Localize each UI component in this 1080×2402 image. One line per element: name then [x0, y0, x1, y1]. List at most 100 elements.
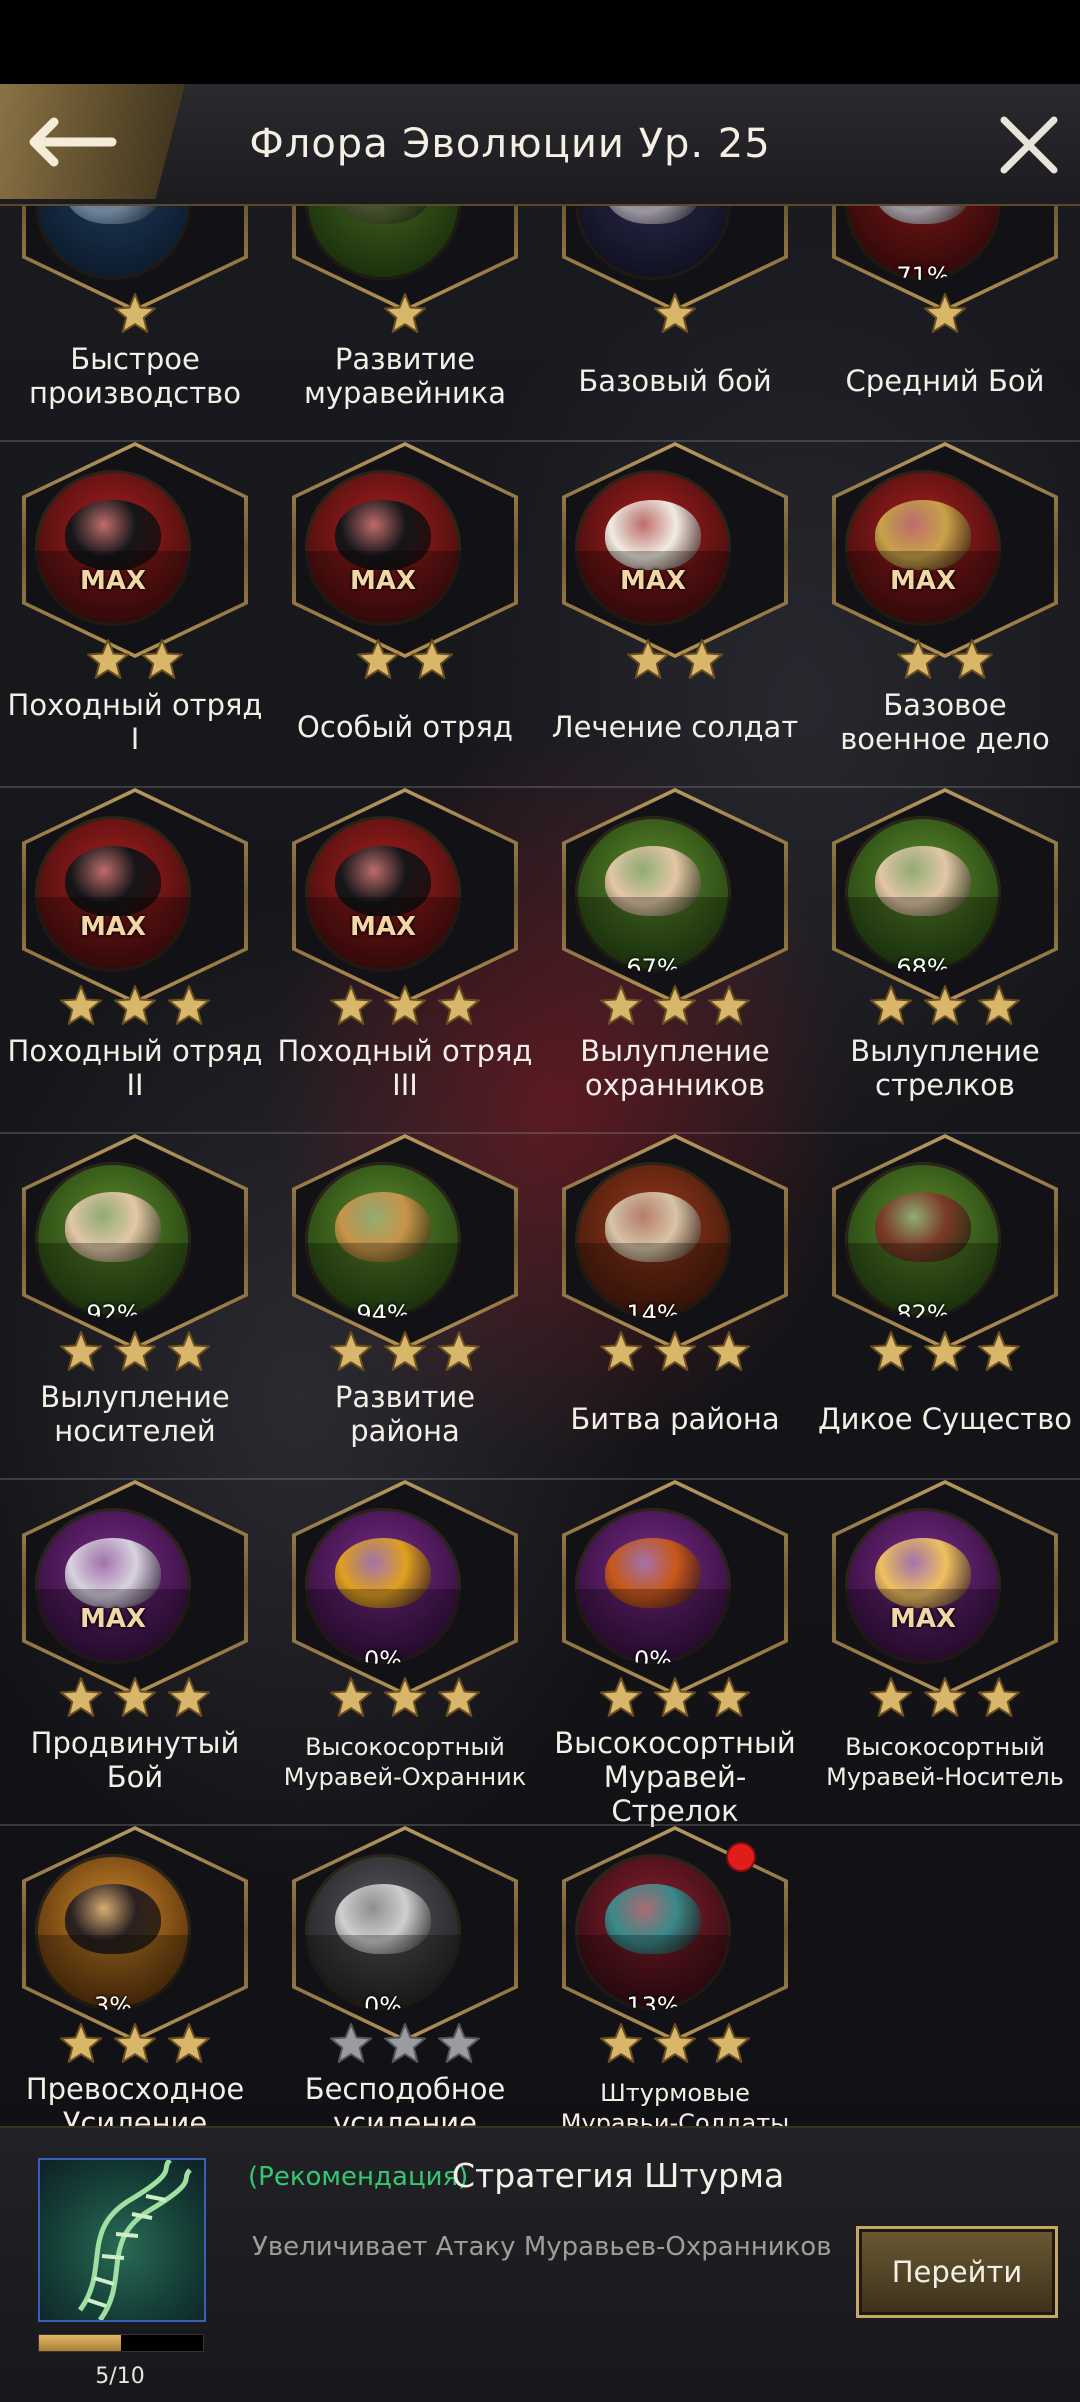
- skill-node[interactable]: MAX Продвинутый Бой: [0, 1480, 270, 1826]
- skill-label-line: Развитие: [334, 1380, 476, 1414]
- star-icon: [653, 1330, 697, 1374]
- skill-icon-circle: [575, 206, 731, 280]
- back-button[interactable]: [0, 84, 185, 199]
- skill-node[interactable]: 13% Штурмовые Муравьи-Солдаты: [540, 1826, 810, 2126]
- skill-node[interactable]: MAX Высокосортный Муравей-Носитель: [810, 1480, 1080, 1826]
- recommendation-progress-fill: [39, 2335, 121, 2351]
- star-icon: [437, 1676, 481, 1720]
- close-button[interactable]: [996, 112, 1062, 178]
- star-rating: [540, 984, 810, 1032]
- skill-icon-circle: MAX: [35, 1508, 191, 1664]
- skill-label-line: Высокосортный: [845, 1733, 1045, 1761]
- skill-node[interactable]: 82% Дикое Существо: [810, 1134, 1080, 1480]
- star-rating: [540, 292, 810, 340]
- skill-node[interactable]: 3% Превосходное Усиление: [0, 1826, 270, 2126]
- progress-percent: 0%: [363, 1646, 403, 1664]
- star-icon: [167, 984, 211, 1028]
- skill-node[interactable]: 0% Высокосортный Муравей-Охранник: [270, 1480, 540, 1826]
- skill-node[interactable]: MAX Походный отряд I: [0, 442, 270, 788]
- star-rating: [270, 292, 540, 340]
- star-icon: [329, 2022, 373, 2066]
- skill-node[interactable]: Быстрое производство: [0, 206, 270, 442]
- star-icon: [383, 292, 427, 336]
- star-rating: [540, 1330, 810, 1378]
- skill-label-line: Развитие: [334, 342, 476, 376]
- header: Флора Эволюции Ур. 25: [0, 84, 1080, 206]
- star-icon: [977, 1330, 1021, 1374]
- max-label: MAX: [889, 566, 957, 596]
- skill-label: Высокосортный Муравей-Охранник: [274, 1732, 536, 1792]
- skill-label: Быстрое производство: [4, 342, 266, 410]
- star-icon: [167, 1330, 211, 1374]
- skill-icon-circle: 0%: [305, 1854, 461, 2010]
- star-rating: [270, 638, 540, 686]
- star-icon: [977, 1676, 1021, 1720]
- progress-percent: 92%: [86, 1300, 140, 1318]
- star-icon: [437, 2022, 481, 2066]
- skill-row: MAX Походный отряд II MAX Походный отряд III 6…: [0, 788, 1080, 1134]
- skill-label: Особый отряд: [274, 710, 536, 744]
- skill-icon-circle: 0%: [575, 1508, 731, 1664]
- skill-node[interactable]: 68% Вылупление стрелков: [810, 788, 1080, 1134]
- skill-label: Вылупление носителей: [4, 1380, 266, 1448]
- skill-label-line: Походный отряд: [7, 1034, 263, 1068]
- skill-node[interactable]: 67% Вылупление охранников: [540, 788, 810, 1134]
- skill-node[interactable]: 0% Бесподобное усиление: [270, 1826, 540, 2126]
- max-label: MAX: [619, 566, 687, 596]
- skill-node[interactable]: MAX Особый отряд: [270, 442, 540, 788]
- arrow-left-icon: [29, 117, 117, 166]
- skill-node[interactable]: MAX Походный отряд II: [0, 788, 270, 1134]
- star-icon: [113, 984, 157, 1028]
- star-rating: [540, 638, 810, 686]
- skill-label-line: Муравьи-Солдаты: [560, 2109, 790, 2126]
- star-icon: [113, 292, 157, 336]
- skill-node[interactable]: MAX Походный отряд III: [270, 788, 540, 1134]
- skill-label-line: района: [350, 1414, 460, 1448]
- skill-label: Лечение солдат: [544, 710, 806, 744]
- go-button[interactable]: Перейти: [856, 2226, 1058, 2318]
- skill-icon-circle: MAX: [305, 470, 461, 626]
- skill-node[interactable]: Базовый бой: [540, 206, 810, 442]
- skill-row: Быстрое производство Развитие муравейника Ба…: [0, 206, 1080, 442]
- star-icon: [653, 984, 697, 1028]
- skill-icon-circle: 13%: [575, 1854, 731, 2010]
- star-icon: [356, 638, 400, 682]
- skill-icon-circle: 0%: [305, 1508, 461, 1664]
- icon-shade: [305, 206, 461, 280]
- skill-node[interactable]: Развитие муравейника: [270, 206, 540, 442]
- skill-label: Продвинутый Бой: [4, 1726, 266, 1794]
- star-icon: [653, 1676, 697, 1720]
- skill-label-line: Особый отряд: [297, 710, 513, 744]
- skill-label-line: стрелков: [875, 1068, 1015, 1102]
- skill-node[interactable]: 71% Средний Бой: [810, 206, 1080, 442]
- skill-node[interactable]: MAX Базовое военное дело: [810, 442, 1080, 788]
- skill-label-line: Штурмовые: [600, 2079, 750, 2107]
- star-rating: [810, 984, 1080, 1032]
- skill-label: Штурмовые Муравьи-Солдаты: [544, 2078, 806, 2126]
- progress-percent: 3%: [93, 1992, 133, 2010]
- star-icon: [599, 984, 643, 1028]
- star-icon: [410, 638, 454, 682]
- skill-label-line: усиление: [333, 2106, 477, 2126]
- recommendation-icon[interactable]: [38, 2158, 206, 2322]
- star-rating: [0, 984, 270, 1032]
- skill-node[interactable]: 14% Битва района: [540, 1134, 810, 1480]
- star-icon: [86, 638, 130, 682]
- star-icon: [680, 638, 724, 682]
- star-rating: [540, 2022, 810, 2070]
- skill-label-line: Базовое: [883, 688, 1007, 722]
- star-icon: [707, 1676, 751, 1720]
- skill-node[interactable]: 94% Развитие района: [270, 1134, 540, 1480]
- evolution-grid[interactable]: Быстрое производство Развитие муравейника Ба…: [0, 206, 1080, 2126]
- skill-node[interactable]: 92% Вылупление носителей: [0, 1134, 270, 1480]
- skill-label: Походный отряд III: [274, 1034, 536, 1102]
- star-rating: [0, 1330, 270, 1378]
- skill-node[interactable]: MAX Лечение солдат: [540, 442, 810, 788]
- recommendation-title: Стратегия Штурма: [452, 2156, 785, 2195]
- star-icon: [329, 984, 373, 1028]
- skill-node[interactable]: 0% Высокосортный Муравей-Стрелок: [540, 1480, 810, 1828]
- skill-row: 92% Вылупление носителей 94% Развитие района 1…: [0, 1134, 1080, 1480]
- skill-label-line: военное дело: [840, 722, 1050, 756]
- close-icon: [1000, 116, 1058, 174]
- star-icon: [59, 2022, 103, 2066]
